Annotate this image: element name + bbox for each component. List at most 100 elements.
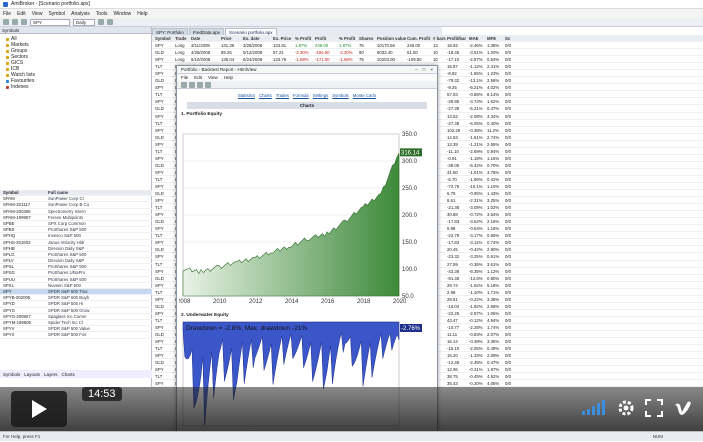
doc-tab[interactable]: FredData.apx: [188, 28, 225, 35]
report-menu-view[interactable]: View: [208, 75, 218, 80]
report-menu-file[interactable]: File: [181, 75, 188, 80]
report-link-trades[interactable]: Trades: [276, 93, 289, 98]
close-icon[interactable]: ×: [430, 67, 433, 72]
grid-col-header[interactable]: Trade: [174, 35, 190, 41]
menu-symbol[interactable]: Symbol: [48, 11, 65, 17]
print-icon[interactable]: [197, 81, 203, 88]
grid-cell: -15.10: [447, 346, 460, 352]
settings-icon[interactable]: [617, 399, 635, 417]
grid-col-header[interactable]: MFE: [486, 35, 504, 41]
report-link-symbols[interactable]: Symbols: [332, 93, 348, 98]
col-symbol[interactable]: Symbol: [0, 190, 46, 195]
tab-layers[interactable]: Layers: [44, 372, 58, 377]
grid-cell: SPY: [155, 310, 164, 316]
report-link-charts[interactable]: Charts: [259, 93, 272, 98]
menu-edit[interactable]: Edit: [17, 11, 26, 17]
grid-cell: GLD: [155, 360, 164, 366]
report-link-settings[interactable]: Settings: [313, 93, 329, 98]
grid-cell: 4/28/2008: [191, 50, 211, 56]
grid-col-header[interactable]: MAE: [468, 35, 486, 41]
report-link-formula[interactable]: Formula: [293, 93, 309, 98]
symbol-code: SPYB-202005: [3, 295, 31, 301]
menu-tools[interactable]: Tools: [96, 11, 108, 17]
menu-help[interactable]: Help: [137, 11, 147, 17]
symbol-code: SPAM-200306: [3, 208, 31, 214]
grid-cell: 1.87%: [295, 43, 308, 49]
play-button[interactable]: [11, 391, 67, 427]
symbol-select[interactable]: SPY: [30, 18, 70, 26]
grid-cell: -0.22%: [469, 296, 483, 302]
menu-analysis[interactable]: Analysis: [71, 11, 90, 17]
col-fullname[interactable]: Full name: [46, 190, 150, 195]
grid-col-header[interactable]: # bars: [432, 35, 446, 41]
equity-heading: 1. Portfolio Equity: [181, 112, 223, 117]
maximize-icon[interactable]: □: [423, 67, 426, 72]
app-title: AmiBroker - [Scenario portfolio.apx]: [11, 1, 90, 7]
grid-col-header[interactable]: % Profit: [294, 35, 314, 41]
symbol-code: SPSL: [3, 264, 14, 270]
menu-view[interactable]: View: [32, 11, 43, 17]
report-link-monte-carlo[interactable]: Monte Carlo: [353, 93, 376, 98]
grid-cell: Long: [175, 50, 185, 56]
grid-cell: -17.10: [447, 57, 460, 63]
grid-col-header[interactable]: Profit: [314, 35, 338, 41]
grid-col-header[interactable]: Position value: [376, 35, 406, 41]
new-icon[interactable]: [3, 19, 9, 25]
grid-col-header[interactable]: Symbol: [154, 35, 174, 41]
menu-window[interactable]: Window: [113, 11, 131, 17]
grid-cell: -5.70: [447, 176, 457, 182]
doc-tab[interactable]: SPY: Portfolio: [152, 28, 188, 35]
report-menu-edit[interactable]: Edit: [194, 75, 202, 80]
grid-col-header[interactable]: Date: [190, 35, 220, 41]
forward-icon[interactable]: [189, 81, 195, 88]
grid-cell: GLD: [155, 191, 164, 197]
grid-row[interactable]: GLD Long 4/28/2008 89.26 5/12/2008 87.21 -2.30…: [152, 49, 703, 57]
chart-icon[interactable]: [98, 19, 104, 25]
interval-select[interactable]: Daily: [73, 18, 95, 26]
report-menu-help[interactable]: Help: [224, 75, 233, 80]
grid-cell: 18.92: [447, 43, 458, 49]
back-icon[interactable]: [181, 81, 187, 88]
symbol-code: SPYG: [3, 307, 15, 313]
open-icon[interactable]: [12, 19, 18, 25]
fullscreen-icon[interactable]: [645, 399, 663, 417]
minimize-icon[interactable]: –: [415, 67, 418, 72]
grid-row[interactable]: SPY Long 6/10/2008 136.04 6/24/2008 133.76 -1.…: [152, 56, 703, 64]
grid-col-header[interactable]: Ex. date: [242, 35, 272, 41]
tab-layouts[interactable]: Layouts: [24, 372, 40, 377]
symbol-name: Invesco S&P 500: [48, 233, 81, 239]
analysis-icon[interactable]: [107, 19, 113, 25]
folder-icon: [6, 55, 9, 59]
grid-cell: -0.45%: [469, 374, 483, 380]
grid-col-header[interactable]: Profit/bar: [446, 35, 468, 41]
grid-cell: 87.21: [273, 50, 284, 56]
tree-item-indexes[interactable]: Indexes: [0, 84, 151, 90]
save-icon[interactable]: [21, 19, 27, 25]
grid-cell: 1.23%: [487, 71, 500, 77]
grid-cell: 0/0: [505, 64, 511, 70]
grid-cell: SPY: [155, 155, 164, 161]
symbol-name: Janus Velocity Hldr: [48, 239, 85, 245]
grid-col-header[interactable]: Price: [220, 35, 242, 41]
grid-col-header[interactable]: Ex. Price: [272, 35, 294, 41]
grid-cell: 57.03: [447, 92, 458, 98]
symbol-row[interactable]: SPYX SPDR S&P 500 Fos: [0, 332, 152, 339]
grid-row[interactable]: SPY Long 3/11/2008 131.35 3/28/2008 133.81 1.8…: [152, 42, 703, 50]
grid-col-header[interactable]: Cum. Profit: [406, 35, 432, 41]
symbol-code: SPYD: [3, 301, 15, 307]
menu-file[interactable]: File: [3, 11, 11, 17]
folder-icon: [6, 67, 9, 71]
copy-icon[interactable]: [205, 81, 211, 88]
tab-symbols[interactable]: Symbols: [3, 372, 20, 377]
report-link-statistics[interactable]: Statistics: [238, 93, 255, 98]
grid-cell: -2.28%: [469, 324, 483, 330]
grid-col-header[interactable]: Shares: [358, 35, 376, 41]
grid-col-header[interactable]: % Profit: [338, 35, 358, 41]
grid-cell: -2.30%: [295, 50, 309, 56]
grid-cell: 3.34%: [487, 113, 500, 119]
doc-tab[interactable]: Scenario portfolio.apx: [225, 28, 277, 35]
volume-icon[interactable]: [581, 400, 607, 416]
grid-col-header[interactable]: Sc: [504, 35, 514, 41]
tab-charts[interactable]: Charts: [62, 372, 75, 377]
grid-cell: 3.25%: [487, 198, 500, 204]
